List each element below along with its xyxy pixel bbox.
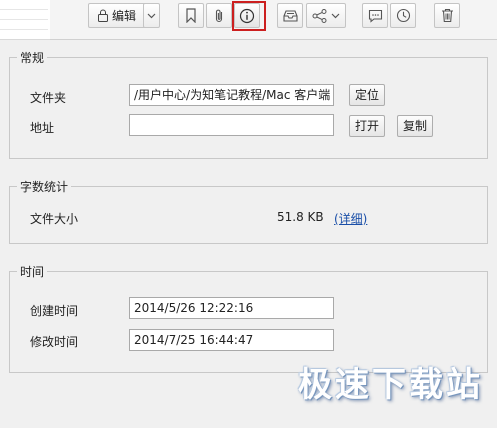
paperclip-icon xyxy=(215,9,223,22)
site-watermark: 极速下载站 xyxy=(298,365,483,405)
chevron-down-icon xyxy=(331,13,340,18)
share-icon xyxy=(312,8,327,23)
modified-time-field[interactable]: 2014/7/25 16:44:47 xyxy=(129,329,334,351)
reminder-button[interactable] xyxy=(390,3,416,28)
note-list-edge xyxy=(0,0,50,40)
folder-label: 文件夹 xyxy=(30,91,67,105)
note-info-button[interactable] xyxy=(234,3,260,28)
edit-dropdown-button[interactable] xyxy=(143,3,160,28)
comment-button[interactable] xyxy=(362,3,388,28)
time-legend: 时间 xyxy=(20,265,45,279)
chevron-down-icon xyxy=(147,13,156,18)
toolbar: 编辑 xyxy=(50,0,497,40)
created-time-label: 创建时间 xyxy=(30,304,79,318)
general-legend: 常规 xyxy=(20,51,45,65)
word-stats-legend: 字数统计 xyxy=(20,180,69,194)
info-icon xyxy=(239,8,255,23)
address-label: 地址 xyxy=(30,121,55,135)
comment-icon xyxy=(368,9,382,23)
edit-button-label: 编辑 xyxy=(112,9,137,23)
attachment-button[interactable] xyxy=(206,3,232,28)
delete-button[interactable] xyxy=(434,3,460,28)
address-field[interactable] xyxy=(129,114,334,136)
inbox-button[interactable] xyxy=(277,3,303,28)
file-size-label: 文件大小 xyxy=(30,212,79,226)
folder-field[interactable]: /用户中心/为知笔记教程/Mac 客户端 xyxy=(129,84,334,106)
modified-time-label: 修改时间 xyxy=(30,335,79,349)
bookmark-icon xyxy=(186,8,196,23)
copy-button[interactable]: 复制 xyxy=(397,115,434,137)
trash-icon xyxy=(441,8,453,23)
word-stats-group: 字数统计 xyxy=(9,178,488,244)
locate-button[interactable]: 定位 xyxy=(349,84,386,106)
lock-icon xyxy=(98,9,108,22)
share-button[interactable] xyxy=(306,3,346,28)
clock-icon xyxy=(396,8,410,23)
created-time-field[interactable]: 2014/5/26 12:22:16 xyxy=(129,297,334,319)
file-size-value: 51.8 KB xyxy=(277,210,324,224)
details-link[interactable]: (详细) xyxy=(334,210,367,227)
bookmark-button[interactable] xyxy=(178,3,204,28)
inbox-icon xyxy=(282,9,298,22)
open-button[interactable]: 打开 xyxy=(349,115,386,137)
